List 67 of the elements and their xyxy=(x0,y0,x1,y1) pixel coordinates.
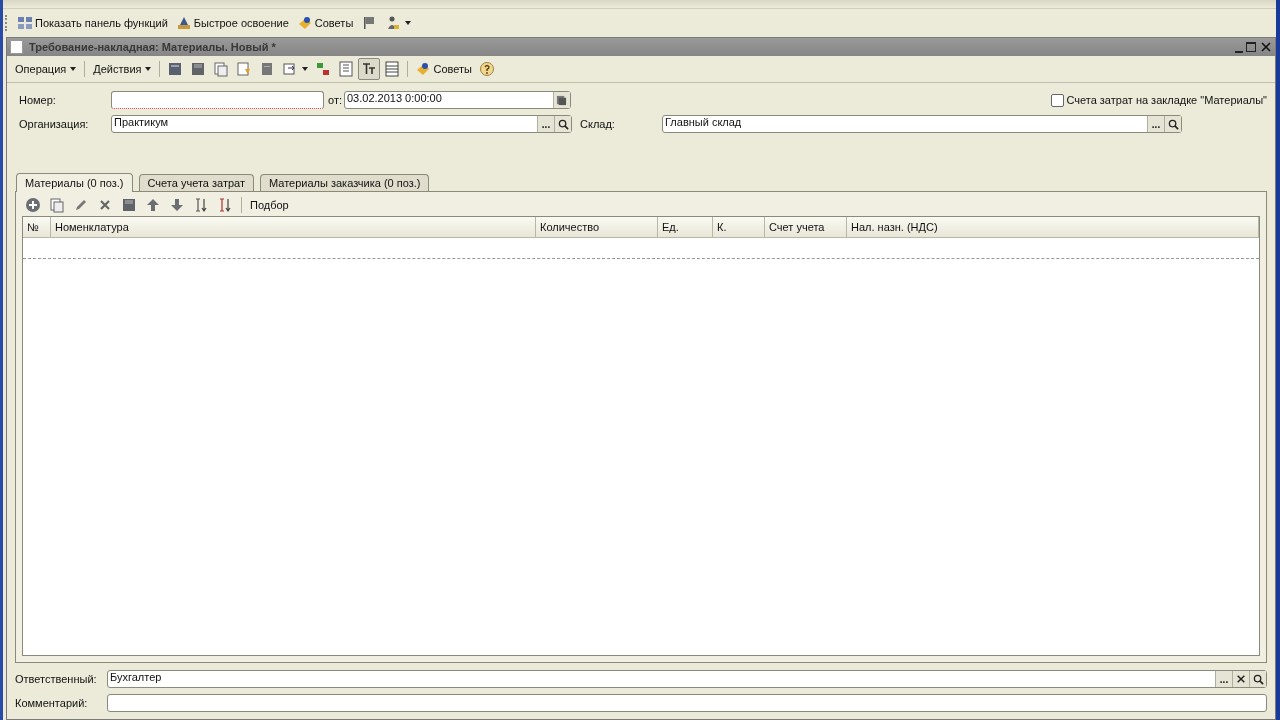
input-field[interactable]: Бухгалтер ... xyxy=(107,670,1267,688)
tips-icon xyxy=(415,61,432,77)
field-label: Комментарий: xyxy=(15,697,89,709)
sort-ascending-icon xyxy=(193,197,209,213)
column-header[interactable]: Счет учета xyxy=(765,217,847,237)
column-header[interactable]: Номенклатура xyxy=(51,217,536,237)
select-button[interactable]: ... xyxy=(537,116,554,132)
field-label: от: xyxy=(328,94,342,106)
search-icon[interactable] xyxy=(554,116,571,132)
tab[interactable]: Счета учета затрат xyxy=(138,174,254,191)
caret-icon xyxy=(70,67,77,71)
clear-icon[interactable] xyxy=(1232,671,1249,687)
save-icon xyxy=(121,197,137,213)
document-icon xyxy=(167,61,184,77)
help-icon xyxy=(478,61,495,77)
user-icon xyxy=(385,15,402,31)
tab[interactable]: Материалы заказчика (0 поз.) xyxy=(259,174,430,191)
column-header[interactable]: № xyxy=(23,217,51,237)
window-title: Требование-накладная: Материалы. Новый * xyxy=(29,41,276,53)
menu-button[interactable]: Операция xyxy=(11,58,81,80)
column-header[interactable]: К. xyxy=(713,217,765,237)
restore-button[interactable] xyxy=(1246,42,1256,52)
arrow-down-icon xyxy=(169,197,185,213)
input-field[interactable] xyxy=(107,694,1267,712)
field-label: Склад: xyxy=(580,118,616,130)
select-button[interactable]: ... xyxy=(1147,116,1164,132)
search-icon[interactable] xyxy=(1164,116,1181,132)
field-label: Организация: xyxy=(18,118,90,130)
field-label: Ответственный: xyxy=(15,673,98,685)
menu-button[interactable]: Действия xyxy=(89,58,156,80)
checkbox[interactable]: Счета затрат на закладке "Материалы" xyxy=(1051,93,1267,107)
list-icon xyxy=(338,61,355,77)
caret-icon xyxy=(405,21,412,25)
copy-icon xyxy=(49,197,65,213)
document-arrow-icon xyxy=(236,61,253,77)
select-button[interactable]: ... xyxy=(1215,671,1232,687)
tips-button[interactable]: Советы xyxy=(412,58,475,80)
caret-icon xyxy=(145,67,152,71)
caret-icon xyxy=(302,67,309,71)
column-header[interactable]: Ед. xyxy=(658,217,713,237)
document-icon xyxy=(10,40,23,54)
pick-button[interactable]: Подбор xyxy=(247,195,292,215)
figure-icon xyxy=(175,15,192,31)
tab[interactable]: Материалы (0 поз.) xyxy=(16,173,133,192)
panel-grid-icon xyxy=(17,15,33,31)
sort-descending-icon xyxy=(217,197,233,213)
column-header[interactable]: Количество xyxy=(536,217,658,237)
toolbar-button[interactable]: Быстрое освоение xyxy=(172,12,292,34)
search-icon[interactable] xyxy=(1249,671,1266,687)
field-label: Номер: xyxy=(18,94,57,106)
column-header[interactable]: Нал. назн. (НДС) xyxy=(847,217,1259,237)
table-icon xyxy=(384,61,401,77)
input-field[interactable] xyxy=(111,91,324,109)
toolbar-button[interactable]: Советы xyxy=(293,12,357,34)
input-field[interactable]: 03.02.2013 0:00:00 xyxy=(344,91,571,109)
input-field[interactable]: Главный склад ... xyxy=(662,115,1182,133)
save-icon xyxy=(190,61,207,77)
arrow-up-icon xyxy=(145,197,161,213)
close-button[interactable] xyxy=(1259,41,1272,53)
toggle-button[interactable] xyxy=(358,58,381,80)
text-format-icon xyxy=(361,61,378,77)
input-field[interactable]: Практикум ... xyxy=(111,115,572,133)
pencil-icon xyxy=(73,197,89,213)
toolbar-button[interactable]: Показать панель функций xyxy=(14,12,171,34)
add-icon xyxy=(25,197,41,213)
debit-credit-icon xyxy=(315,61,332,77)
copy-icon xyxy=(213,61,230,77)
